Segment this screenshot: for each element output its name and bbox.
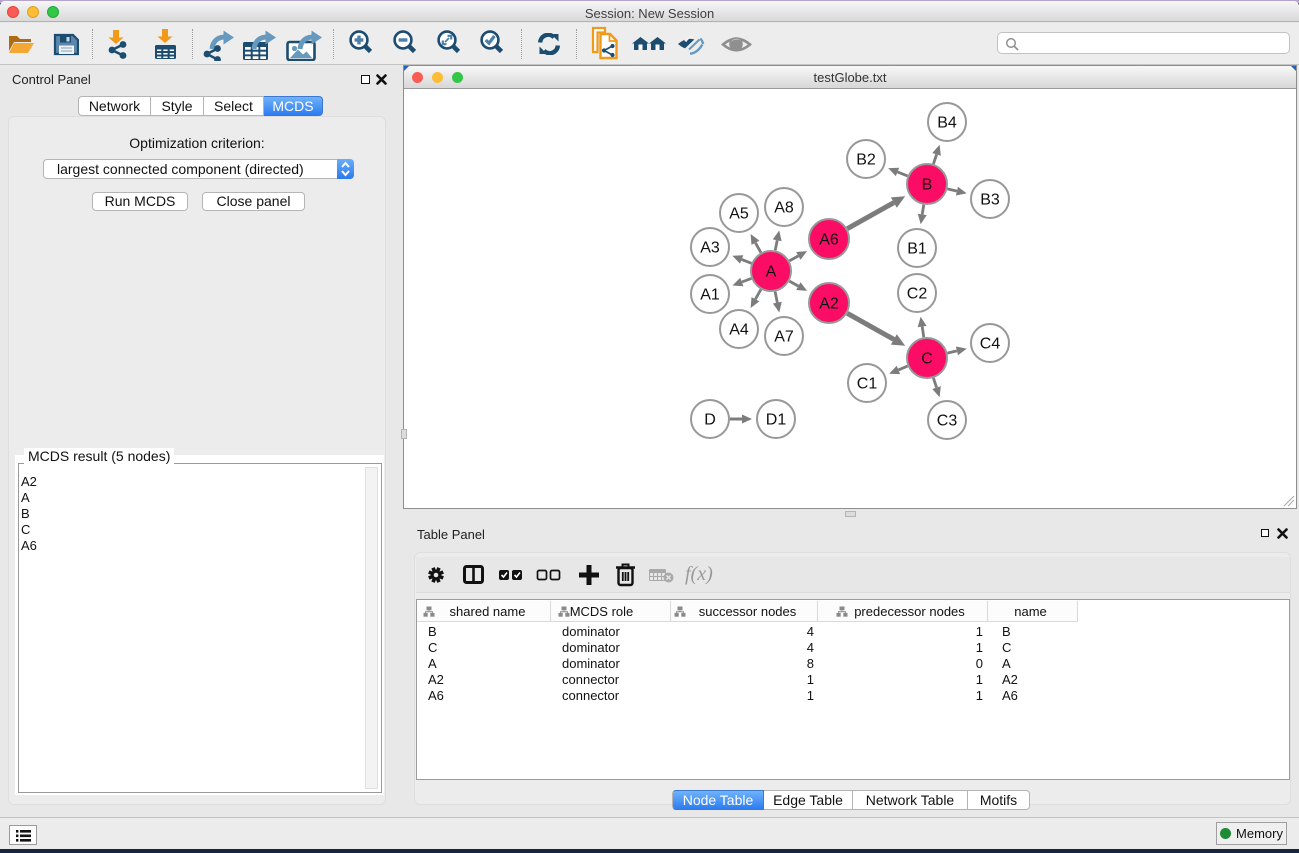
svg-text:C1: C1	[857, 376, 878, 393]
svg-text:C4: C4	[980, 336, 1001, 353]
svg-text:A6: A6	[819, 232, 839, 249]
svg-text:D1: D1	[766, 412, 787, 429]
svg-text:B: B	[922, 177, 933, 194]
svg-text:B3: B3	[980, 192, 1000, 209]
svg-text:C2: C2	[907, 286, 928, 303]
svg-text:A8: A8	[774, 200, 794, 217]
svg-text:B2: B2	[856, 152, 876, 169]
svg-text:B1: B1	[907, 241, 927, 258]
svg-text:B4: B4	[937, 115, 957, 132]
svg-text:C3: C3	[937, 413, 958, 430]
svg-text:A3: A3	[700, 240, 720, 257]
svg-text:A5: A5	[729, 206, 749, 223]
svg-text:D: D	[704, 412, 716, 429]
svg-text:A7: A7	[774, 329, 794, 346]
svg-text:A4: A4	[729, 322, 749, 339]
svg-text:C: C	[921, 351, 933, 368]
svg-text:A2: A2	[819, 296, 839, 313]
svg-text:A1: A1	[700, 287, 720, 304]
svg-text:A: A	[766, 264, 777, 281]
